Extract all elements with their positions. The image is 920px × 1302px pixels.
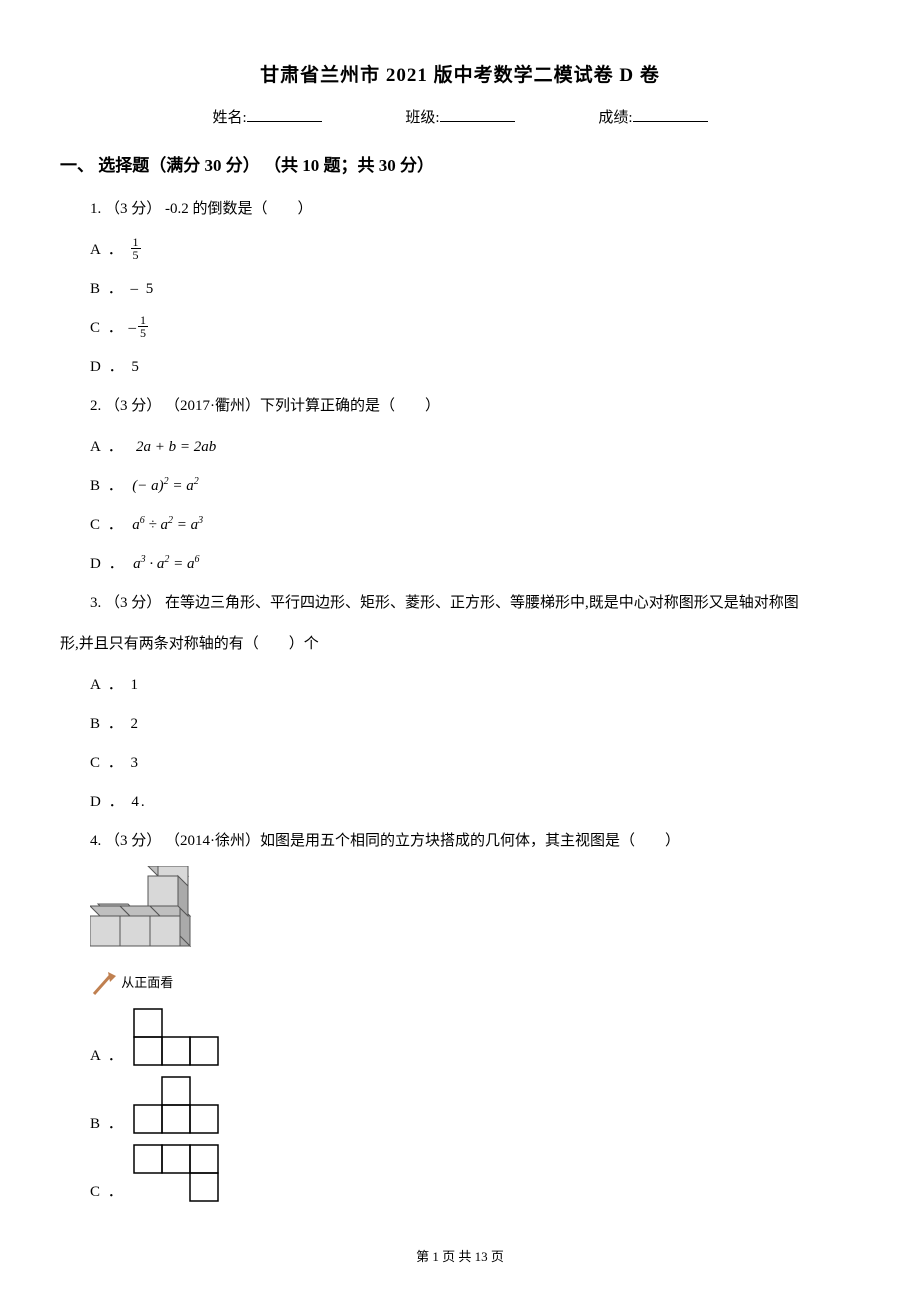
q4-opt-c-label: C ． <box>90 1180 125 1206</box>
q3-opt-a: A ． 1 <box>90 669 860 702</box>
q4-opt-a-label: A ． <box>90 1044 125 1070</box>
q1-opt-a: A ． 15 <box>90 234 860 267</box>
q2-opt-d-label: D ． <box>90 556 126 572</box>
q4-opt-c: C ． <box>90 1144 860 1206</box>
q1-text: 1. （3 分） -0.2 的倒数是（ ） <box>90 193 860 226</box>
q2-text: 2. （3 分） （2017·衢州）下列计算正确的是（ ） <box>90 390 860 423</box>
q2-math-a: 2a + b = 2ab <box>136 439 216 455</box>
q3-opt-b: B ． 2 <box>90 708 860 741</box>
q2-opt-c: C ． a6 ÷ a2 = a3 <box>90 509 860 542</box>
q2-math-b: (− a)2 = a2 <box>132 478 199 494</box>
q4-arrow-label: 从正面看 <box>90 970 860 998</box>
q3-opt-d: D ． 4. <box>90 786 860 819</box>
q1-opt-b: B ． – 5 <box>90 273 860 306</box>
q2-math-d: a3 · a2 = a6 <box>133 556 199 572</box>
fraction-icon: 15 <box>138 314 148 339</box>
q1-opt-a-label: A ． <box>90 242 125 258</box>
class-label: 班级: <box>405 110 439 126</box>
q1-opt-c-label: C ． <box>90 320 125 336</box>
q3-opt-d-label: D ． 4. <box>90 794 147 810</box>
shape-b-icon <box>133 1076 223 1138</box>
section-heading: 一、 选择题（满分 30 分） （共 10 题；共 30 分） <box>60 152 860 181</box>
q2-opt-b: B ． (− a)2 = a2 <box>90 470 860 503</box>
q3-opt-c: C ． 3 <box>90 747 860 780</box>
cube-figure-icon <box>90 866 210 966</box>
q4-opt-b: B ． <box>90 1076 860 1138</box>
q2-opt-a: A ． 2a + b = 2ab <box>90 431 860 464</box>
info-row: 姓名: 班级: 成绩: <box>60 106 860 132</box>
name-blank <box>247 121 322 122</box>
q3-opt-c-label: C ． 3 <box>90 755 140 771</box>
q3-opt-b-label: B ． 2 <box>90 716 140 732</box>
q2-opt-b-label: B ． <box>90 478 125 494</box>
fraction-icon: 15 <box>131 236 141 261</box>
q4-figure <box>90 866 860 966</box>
q2-opt-d: D ． a3 · a2 = a6 <box>90 548 860 581</box>
shape-c-icon <box>133 1144 253 1206</box>
q3-line1: 3. （3 分） 在等边三角形、平行四边形、矩形、菱形、正方形、等腰梯形中,既是… <box>90 587 860 620</box>
q1-opt-c: C ． –15 <box>90 312 860 345</box>
q4-opt-b-label: B ． <box>90 1112 125 1138</box>
q2-math-c: a6 ÷ a2 = a3 <box>132 517 203 533</box>
page-footer: 第 1 页 共 13 页 <box>60 1246 860 1268</box>
q1-opt-d: D ． 5 <box>90 351 860 384</box>
arrow-icon <box>90 970 118 998</box>
q4-text: 4. （3 分） （2014·徐州）如图是用五个相同的立方块搭成的几何体，其主视… <box>90 825 860 858</box>
q4-arrow-text: 从正面看 <box>121 975 173 990</box>
q4-opt-a: A ． <box>90 1008 860 1070</box>
q2-opt-a-label: A ． <box>90 439 125 455</box>
q3-opt-a-label: A ． 1 <box>90 677 140 693</box>
name-label: 姓名: <box>212 110 246 126</box>
q1-opt-d-label: D ． 5 <box>90 359 141 375</box>
score-label: 成绩: <box>598 110 632 126</box>
class-blank <box>440 121 515 122</box>
score-blank <box>633 121 708 122</box>
shape-a-icon <box>133 1008 223 1070</box>
q2-opt-c-label: C ． <box>90 517 125 533</box>
q1-opt-b-label: B ． – 5 <box>90 281 155 297</box>
page-title: 甘肃省兰州市 2021 版中考数学二模试卷 D 卷 <box>60 60 860 92</box>
q3-line2: 形,并且只有两条对称轴的有（ ）个 <box>60 628 860 661</box>
